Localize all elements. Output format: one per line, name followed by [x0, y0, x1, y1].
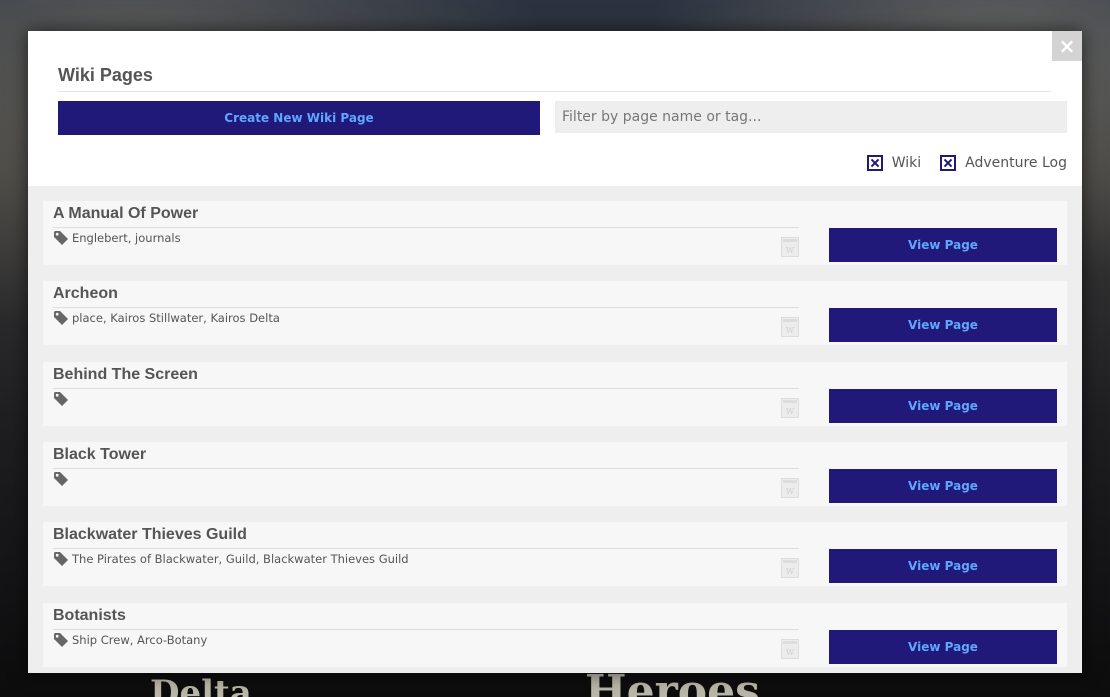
wiki-page-card: A Manual Of Power Englebert, journals W …	[43, 201, 1067, 265]
wiki-page-icon: W	[781, 317, 799, 337]
view-page-button[interactable]: View Page	[829, 630, 1057, 664]
card-divider	[53, 388, 799, 389]
checkbox-checked-icon[interactable]	[866, 155, 883, 171]
checkbox-adventure-log[interactable]: Adventure Log	[940, 155, 1067, 171]
view-page-button[interactable]: View Page	[829, 389, 1057, 423]
checkbox-label: Adventure Log	[965, 155, 1067, 171]
wiki-page-card: Black Tower W View Page	[43, 442, 1067, 506]
filter-input[interactable]	[555, 101, 1067, 133]
svg-text:W: W	[786, 407, 795, 416]
backdrop-text-left: Delta	[150, 673, 252, 697]
svg-text:W: W	[786, 246, 795, 255]
svg-text:W: W	[786, 326, 795, 335]
svg-text:W: W	[786, 487, 795, 496]
card-divider	[53, 227, 799, 228]
close-icon[interactable]: ×	[1059, 34, 1076, 58]
checkbox-label: Wiki	[891, 155, 922, 171]
card-divider	[53, 307, 799, 308]
wiki-page-icon: W	[781, 237, 799, 257]
page-title[interactable]: Black Tower	[53, 446, 146, 464]
close-button[interactable]: ×	[1052, 31, 1082, 61]
card-divider	[53, 548, 799, 549]
wiki-page-card: Archeon place, Kairos Stillwater, Kairos…	[43, 281, 1067, 345]
wiki-page-icon: W	[781, 398, 799, 418]
page-title[interactable]: A Manual Of Power	[53, 205, 198, 223]
page-tags: The Pirates of Blackwater, Guild, Blackw…	[72, 552, 409, 566]
tag-icon	[54, 231, 68, 245]
tag-icon	[54, 392, 68, 406]
page-tags: place, Kairos Stillwater, Kairos Delta	[72, 311, 280, 325]
page-title[interactable]: Botanists	[53, 607, 126, 625]
wiki-page-card: Blackwater Thieves Guild The Pirates of …	[43, 522, 1067, 586]
tag-icon	[54, 311, 68, 325]
wiki-page-icon: W	[781, 639, 799, 659]
wiki-page-icon: W	[781, 558, 799, 578]
wiki-page-icon: W	[781, 478, 799, 498]
tag-icon	[54, 472, 68, 486]
tag-icon	[54, 633, 68, 647]
page-title[interactable]: Archeon	[53, 285, 118, 303]
title-divider	[58, 91, 1051, 92]
checkbox-wiki[interactable]: Wiki	[866, 155, 922, 171]
wiki-page-list: A Manual Of Power Englebert, journals W …	[28, 186, 1082, 673]
wiki-page-card: Behind The Screen W View Page	[43, 362, 1067, 426]
modal-header: Wiki Pages Create New Wiki Page Wiki Adv…	[28, 31, 1082, 186]
modal-title: Wiki Pages	[58, 65, 153, 85]
create-wiki-page-button[interactable]: Create New Wiki Page	[58, 101, 540, 135]
svg-text:W: W	[786, 648, 795, 657]
page-title[interactable]: Blackwater Thieves Guild	[53, 526, 247, 544]
page-tags: Ship Crew, Arco-Botany	[72, 633, 208, 647]
view-page-button[interactable]: View Page	[829, 308, 1057, 342]
view-page-button[interactable]: View Page	[829, 469, 1057, 503]
view-page-button[interactable]: View Page	[829, 228, 1057, 262]
checkbox-checked-icon[interactable]	[940, 155, 957, 171]
page-title[interactable]: Behind The Screen	[53, 366, 198, 384]
svg-text:W: W	[786, 567, 795, 576]
card-divider	[53, 629, 799, 630]
view-page-button[interactable]: View Page	[829, 549, 1057, 583]
tag-icon	[54, 552, 68, 566]
wiki-pages-modal: Wiki Pages Create New Wiki Page Wiki Adv…	[28, 31, 1082, 673]
wiki-page-card: Botanists Ship Crew, Arco-Botany W View …	[43, 603, 1067, 667]
page-tags: Englebert, journals	[72, 231, 181, 245]
type-filter-checkboxes: Wiki Adventure Log	[848, 155, 1067, 171]
card-divider	[53, 468, 799, 469]
